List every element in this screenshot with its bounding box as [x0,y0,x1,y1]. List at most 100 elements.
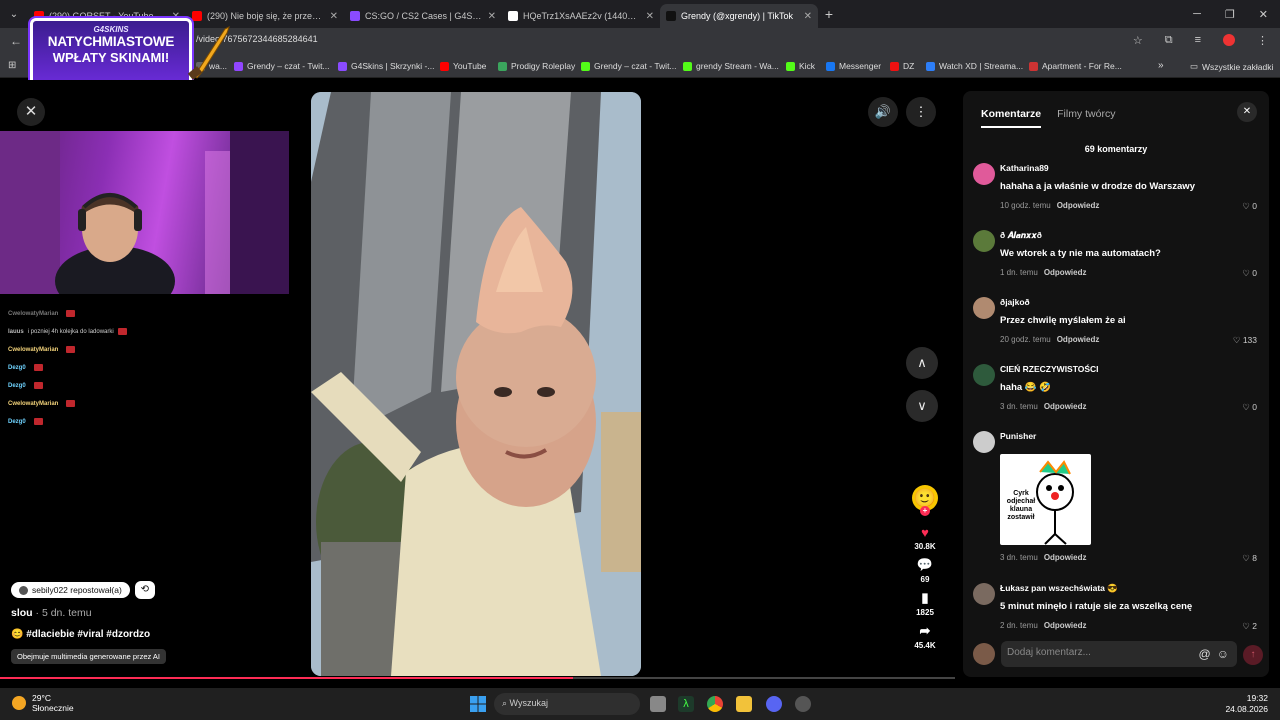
reply-button[interactable]: Odpowiedz [1057,201,1100,210]
save-action[interactable]: ▮ 1825 [905,590,945,617]
close-tab-icon[interactable]: ✕ [330,11,338,22]
comment-action[interactable]: 💬 69 [905,557,945,584]
bookmark-item[interactable]: Messenger [826,61,881,71]
comment-like[interactable]: ♡ 2 [1242,621,1257,632]
banner-line-2: WPŁATY SKINAMI! [52,50,170,65]
author-name[interactable]: slou [11,607,33,619]
comment-avatar[interactable] [973,431,995,453]
app-icon[interactable]: λ [678,696,694,712]
reply-button[interactable]: Odpowiedz [1044,402,1087,411]
address-bar-icons: ☆ ⧉ ≡ ⋮ [1133,34,1268,47]
chrome-icon[interactable] [707,696,723,712]
bookmark-item[interactable]: DZ [890,61,914,71]
settings-icon[interactable] [795,696,811,712]
file-explorer-icon[interactable] [736,696,752,712]
comment-author[interactable]: Łukasz pan wszechświata 😎 [1000,583,1118,594]
emoji-picker-icon[interactable]: ☺ [1217,647,1229,661]
bookmark-item[interactable]: YouTube [440,61,486,71]
taskbar-search[interactable]: ⌕ Wyszukaj [494,693,640,715]
task-view-icon[interactable] [650,696,666,712]
comment-like[interactable]: ♡ 0 [1242,268,1257,279]
close-tab-icon[interactable]: ✕ [804,11,812,22]
comment-text: hahaha a ja właśnie w drodze do Warszawy [1000,181,1195,192]
repost-icon[interactable]: ⟲ [134,581,155,599]
tab-favicon-icon [508,11,518,21]
extensions-icon[interactable]: ⧉ [1165,34,1173,47]
apps-icon[interactable]: ⊞ [8,60,16,71]
all-bookmarks[interactable]: ▭ Wszystkie zakładki [1190,61,1273,72]
bookmark-item[interactable]: grendy Stream - Wa... [683,61,779,71]
share-action[interactable]: ➦ 45.4K [905,623,945,650]
comment-like[interactable]: ♡ 0 [1242,201,1257,212]
comment-like[interactable]: ♡ 0 [1242,402,1257,413]
restore-icon[interactable]: ❐ [1225,8,1235,21]
previous-video-button[interactable]: ∧ [906,347,938,379]
hashtags-text[interactable]: #dlaciebie #viral #dzordzo [26,629,150,640]
bookmark-item[interactable]: Apartment - For Re... [1029,61,1122,71]
browser-tab[interactable]: CS:GO / CS2 Cases | G4Skins Ca ✕ [344,4,502,28]
mention-icon[interactable]: @ [1199,647,1211,661]
comment-author[interactable]: ðjajkoð [1000,297,1030,307]
comment-like[interactable]: ♡ 133 [1233,335,1257,346]
volume-icon[interactable]: 🔊 [868,97,898,127]
comment-author[interactable]: Punisher [1000,431,1036,441]
bookmark-item[interactable]: Prodigy Roleplay [498,61,575,71]
minimize-icon[interactable]: ─ [1193,8,1201,20]
comment-like[interactable]: ♡ 8 [1242,553,1257,564]
comment-avatar[interactable] [973,583,995,605]
discord-icon[interactable] [766,696,782,712]
comment-avatar[interactable] [973,297,995,319]
profile-icon[interactable] [1223,34,1235,46]
bookmark-item[interactable]: Grendy – czat - Twit... [581,61,677,71]
close-tab-icon[interactable]: ✕ [646,11,654,22]
video-frame[interactable] [311,92,641,676]
tab-creator-videos[interactable]: Filmy twórcy [1057,108,1115,128]
video-progress-bar[interactable] [0,677,955,679]
bookmark-item[interactable]: Kick [786,61,815,71]
bookmark-star-icon[interactable]: ☆ [1133,34,1143,47]
reply-button[interactable]: Odpowiedz [1044,553,1087,562]
bookmark-item[interactable]: G4Skins | Skrzynki -... [338,61,434,71]
taskbar-clock[interactable]: 19:32 24.08.2026 [1225,693,1268,715]
tab-comments[interactable]: Komentarze [981,108,1042,128]
new-tab-button[interactable]: + [818,6,840,22]
repost-label: sebily022 repostował(a) [32,585,122,595]
chat-username: CwelowatyMarian [8,310,59,317]
weather-condition: Słonecznie [32,703,74,713]
clock-date: 24.08.2026 [1225,704,1268,714]
follow-plus-icon[interactable]: + [920,506,930,516]
menu-icon[interactable]: ⋮ [1257,34,1268,47]
comment-avatar[interactable] [973,230,995,252]
comment-author[interactable]: ð 𝑨𝒍𝒂𝒏𝒙𝒙ð [1000,230,1042,241]
bookmark-item[interactable]: Watch XD | Streama... [926,61,1023,71]
windows-start-icon[interactable] [470,696,486,712]
webcam-overlay [0,131,289,294]
tab-list-button[interactable]: ⌄ [0,9,28,20]
creator-avatar[interactable]: 🙂 + [912,485,938,516]
close-player-icon[interactable]: ✕ [17,98,45,126]
comment-like-count: 8 [1252,553,1257,563]
close-panel-icon[interactable]: ✕ [1237,102,1257,122]
browser-tab[interactable]: HQeTrz1XsAAEz2v (1440×1800) ✕ [502,4,660,28]
comment-author[interactable]: Katharina89 [1000,163,1049,173]
more-options-icon[interactable]: ⋮ [906,97,936,127]
comment-avatar[interactable] [973,163,995,185]
bookmark-item[interactable]: Grendy – czat - Twit... [234,61,330,71]
next-video-button[interactable]: ∨ [906,390,938,422]
browser-tab[interactable]: Grendy (@xgrendy) | TikTok ✕ [660,4,818,28]
like-action[interactable]: ♥ 30.8K [905,525,945,551]
close-tab-icon[interactable]: ✕ [488,11,496,22]
reply-button[interactable]: Odpowiedz [1044,268,1087,277]
close-window-icon[interactable]: ✕ [1259,8,1268,21]
reply-button[interactable]: Odpowiedz [1057,335,1100,344]
comment-avatar[interactable] [973,364,995,386]
back-icon[interactable]: ← [10,34,22,48]
comment-input[interactable]: Dodaj komentarz... @ ☺ [1001,641,1237,667]
reply-button[interactable]: Odpowiedz [1044,621,1087,630]
weather-widget[interactable]: 29°C Słonecznie [12,693,74,713]
media-icon[interactable]: ≡ [1195,34,1201,47]
repost-pill[interactable]: sebily022 repostował(a) [11,582,130,598]
comment-author[interactable]: CIEŃ RZECZYWISTOŚCI [1000,364,1099,374]
more-bookmarks-icon[interactable]: » [1158,60,1164,71]
send-comment-icon[interactable]: ↑ [1243,645,1263,665]
